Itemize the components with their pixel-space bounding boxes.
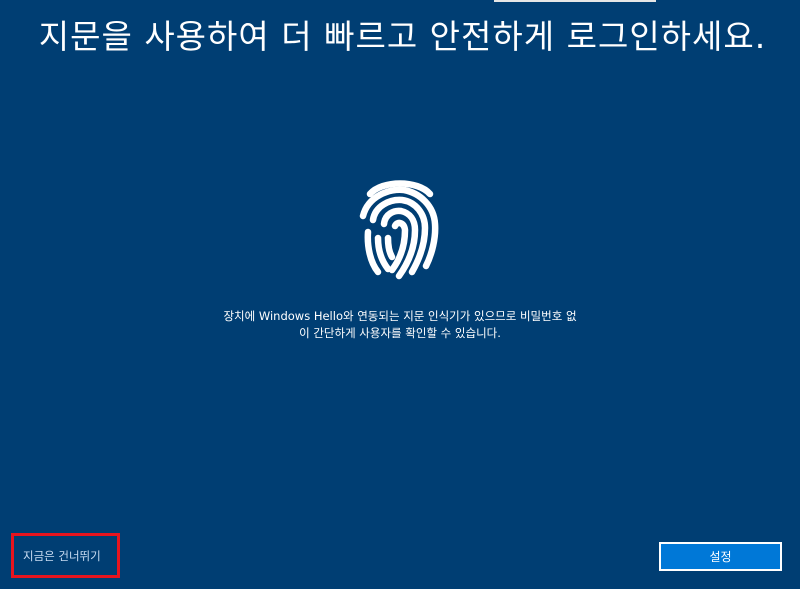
setup-button[interactable]: 설정 [659, 542, 782, 571]
progress-indicator [494, 0, 656, 2]
description-text: 장치에 Windows Hello와 연동되는 지문 인식기가 있으므로 비밀번… [215, 308, 585, 342]
description-line-2: 이 간단하게 사용자를 확인할 수 있습니다. [299, 326, 501, 340]
description-line-1: 장치에 Windows Hello와 연동되는 지문 인식기가 있으므로 비밀번… [223, 309, 577, 323]
fingerprint-icon [352, 172, 448, 280]
page-title: 지문을 사용하여 더 빠르고 안전하게 로그인하세요. [38, 17, 767, 56]
skip-for-now-link[interactable]: 지금은 건너뛰기 [11, 533, 120, 578]
